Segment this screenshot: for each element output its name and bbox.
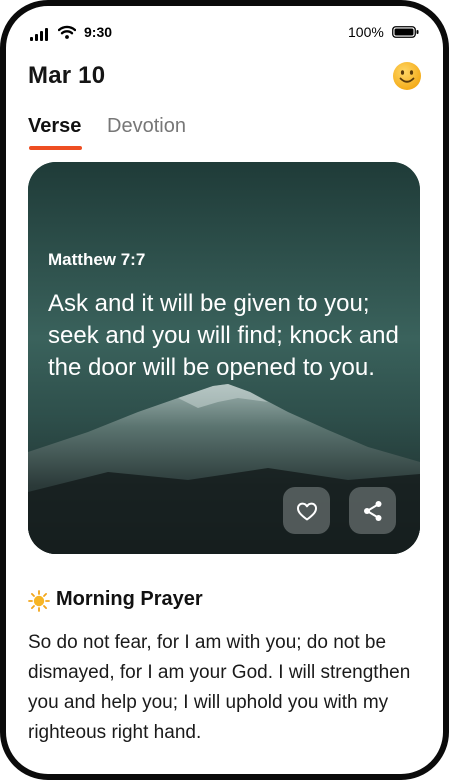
- heart-icon: [296, 502, 317, 520]
- battery-percent: 100%: [348, 24, 384, 40]
- like-button[interactable]: [283, 487, 330, 534]
- battery-icon: [392, 26, 419, 38]
- prayer-text: So do not fear, for I am with you; do no…: [28, 632, 411, 743]
- wifi-icon: [58, 25, 76, 39]
- share-icon: [363, 500, 381, 521]
- status-bar: 9:30 100%: [6, 6, 443, 62]
- smiley-face-icon[interactable]: [392, 61, 422, 91]
- page-title-date: Mar 10: [28, 62, 106, 89]
- prayer-title: Morning Prayer: [56, 588, 203, 610]
- status-time: 9:30: [84, 24, 113, 40]
- tab-devotion[interactable]: Devotion: [107, 115, 186, 138]
- phone-frame: 9:30 100% Mar 10 Verse Devotion Matthew …: [0, 0, 449, 780]
- verse-reference: Matthew 7:7: [48, 250, 146, 269]
- cellular-signal-icon: [30, 28, 50, 41]
- tab-verse[interactable]: Verse: [28, 115, 81, 138]
- verse-text: Ask and it will be given to you; seek an…: [48, 290, 399, 381]
- sun-icon: [28, 590, 50, 612]
- verse-card: Matthew 7:7 Ask and it will be given to …: [28, 162, 420, 554]
- share-button[interactable]: [349, 487, 396, 534]
- active-tab-indicator: [29, 146, 82, 150]
